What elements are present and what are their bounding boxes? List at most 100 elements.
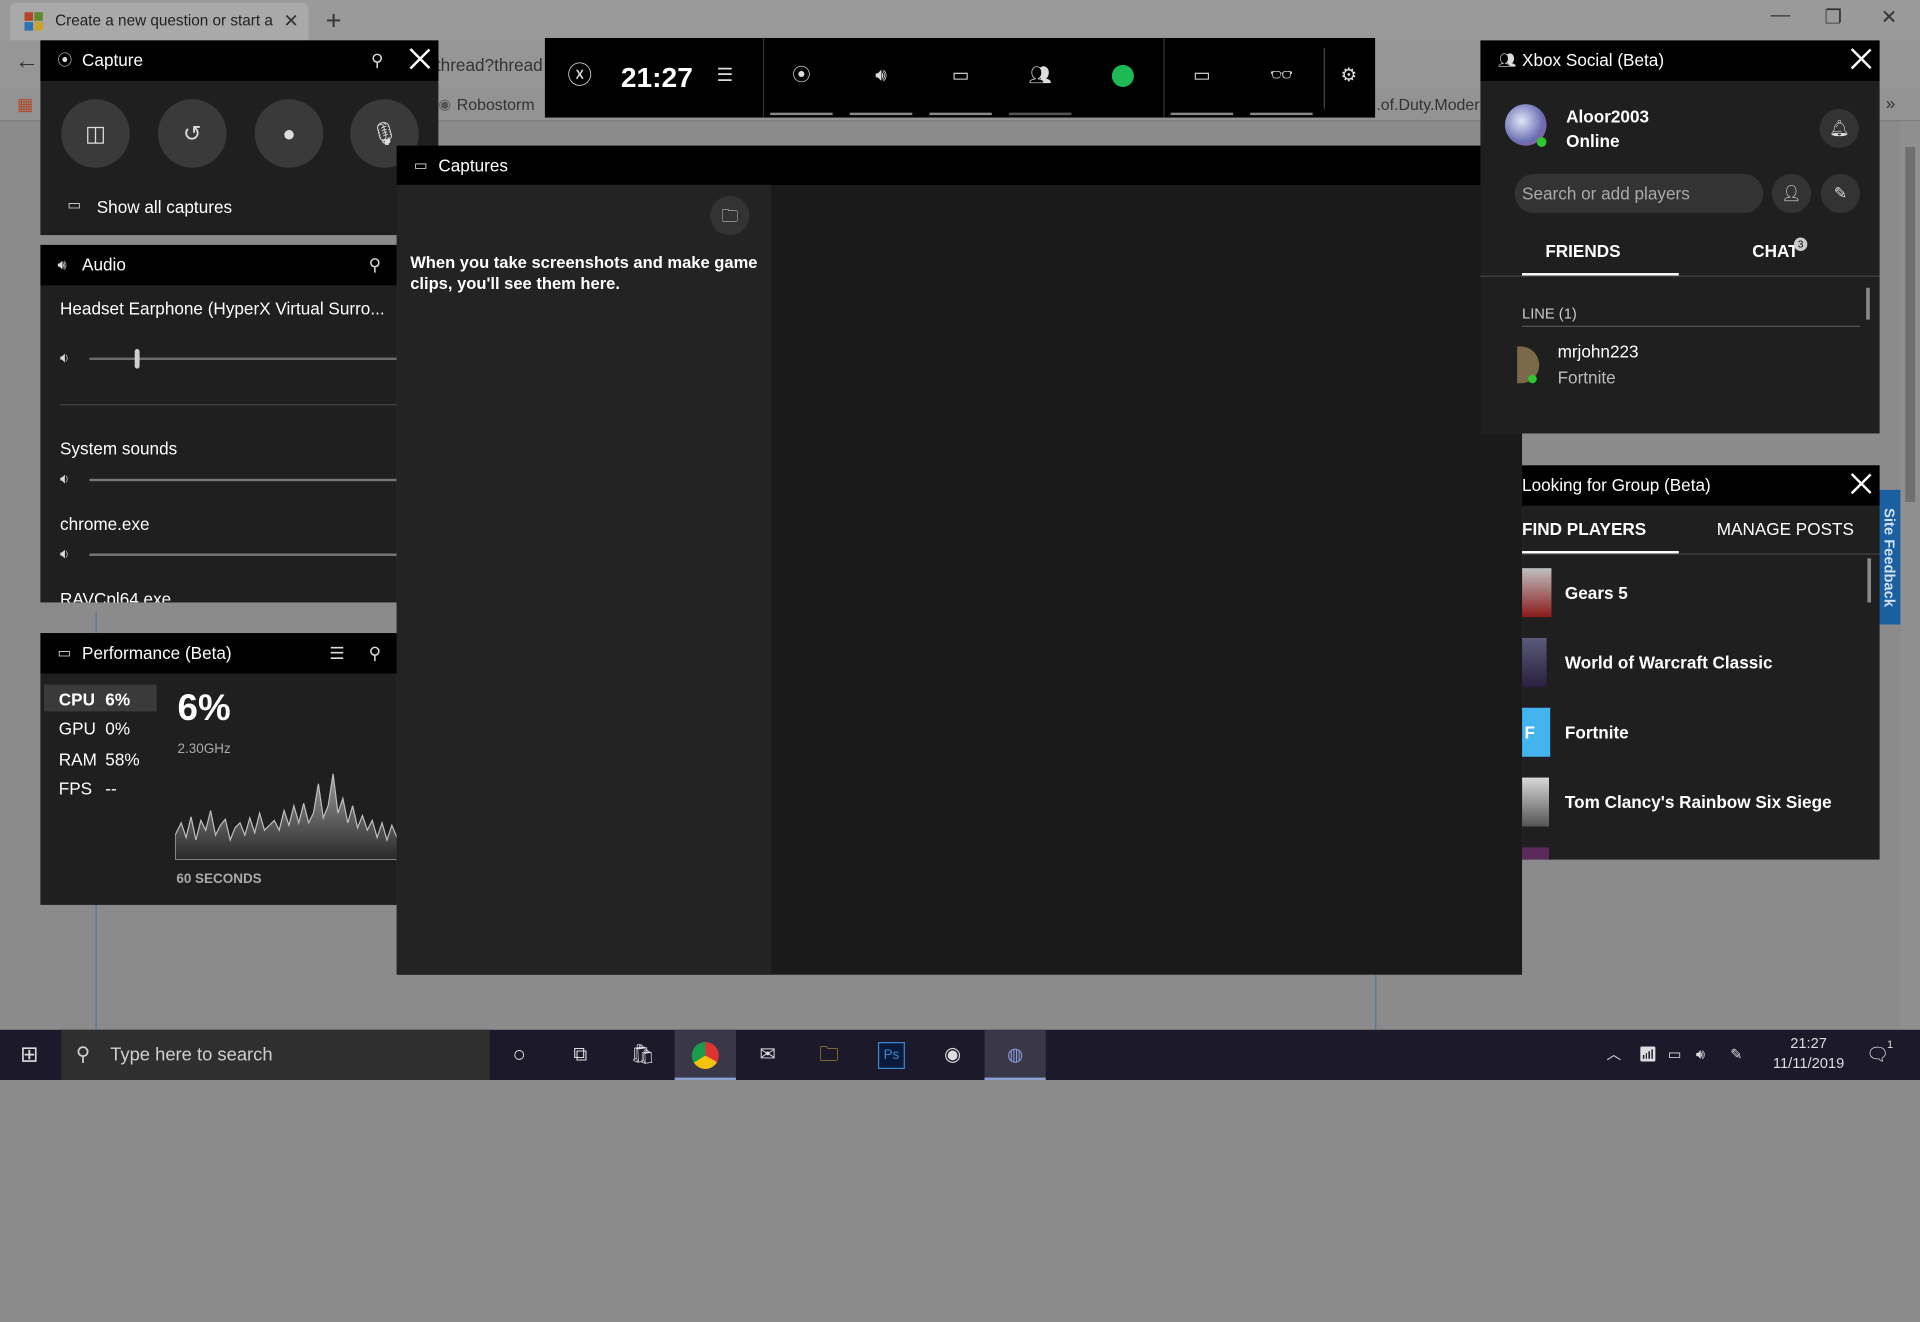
close-icon[interactable] bbox=[1850, 473, 1872, 495]
gallery-icon: ▭ bbox=[67, 195, 82, 214]
settings-gear-icon[interactable]: ⚙ bbox=[1314, 38, 1384, 118]
windows-start-icon[interactable]: ⊞ bbox=[0, 1030, 59, 1080]
tab-close-icon[interactable]: ✕ bbox=[283, 2, 298, 40]
add-friend-icon[interactable]: 👤︎ bbox=[1771, 173, 1812, 214]
tab-friends[interactable]: FRIENDS bbox=[1545, 241, 1620, 261]
game-thumbnail[interactable] bbox=[1522, 847, 1549, 860]
people-icon: 👥︎ bbox=[1497, 51, 1517, 69]
social-toggle-icon[interactable]: 👥︎ bbox=[1005, 38, 1075, 118]
gallery-toggle-icon[interactable]: ▭ bbox=[1167, 38, 1237, 118]
volume-icon[interactable]: 🔉︎ bbox=[60, 470, 69, 488]
game-bar-top: ⓧ 21:27 ☰ ⦿ 🔊︎ ▭ 👥︎ ▭ 👓︎ ⚙ bbox=[544, 37, 1376, 118]
stat-label[interactable]: GPU bbox=[59, 719, 96, 739]
game-title[interactable]: World of Warcraft Classic bbox=[1565, 653, 1773, 673]
chat-badge: 3 bbox=[1793, 237, 1808, 252]
settings-sliders-icon[interactable]: ☰ bbox=[329, 633, 344, 673]
online-indicator bbox=[1536, 137, 1547, 147]
taskbar-clock[interactable]: 21:27 11/11/2019 bbox=[1771, 1033, 1847, 1080]
cortana-icon[interactable]: ○ bbox=[490, 1030, 549, 1080]
audio-toggle-icon[interactable]: 🔊︎ bbox=[846, 38, 916, 118]
steam-icon[interactable]: ◉ bbox=[922, 1030, 983, 1080]
app-volume-slider[interactable] bbox=[89, 553, 397, 556]
chrome-icon[interactable] bbox=[674, 1029, 736, 1081]
audio-device-name[interactable]: Headset Earphone (HyperX Virtual Surro..… bbox=[60, 299, 385, 319]
game-title[interactable]: Tom Clancy's Rainbow Six Siege bbox=[1565, 792, 1832, 812]
store-icon[interactable]: 🛍︎ bbox=[612, 1030, 673, 1080]
url-text[interactable]: thread?thread bbox=[436, 55, 543, 75]
record-button[interactable]: ● bbox=[254, 99, 324, 168]
mail-icon[interactable]: ✉ bbox=[737, 1030, 798, 1080]
social-title: Xbox Social (Beta) bbox=[1522, 50, 1665, 70]
desktop: Create a new question or start a ✕ + — ❐… bbox=[0, 0, 1920, 1081]
pen-icon[interactable]: ✎ bbox=[1730, 1030, 1742, 1080]
discord-icon[interactable]: ◍ bbox=[984, 1029, 1046, 1081]
close-window-icon[interactable]: ✕ bbox=[1881, 5, 1897, 29]
partial-bookmark[interactable]: .of.Duty.Modern bbox=[1376, 96, 1488, 114]
divider bbox=[1163, 37, 1165, 118]
network-icon[interactable]: 📶︎ bbox=[1638, 1030, 1657, 1080]
lfg-scrollbar[interactable] bbox=[1867, 558, 1872, 603]
file-explorer-icon[interactable]: 🗀 bbox=[798, 1030, 859, 1080]
tab-chat[interactable]: CHAT bbox=[1752, 241, 1798, 261]
notifications-icon[interactable]: 🗨︎ bbox=[1866, 1030, 1889, 1080]
apps-grid-icon[interactable]: ▦ bbox=[17, 94, 33, 115]
stat-label[interactable]: CPU bbox=[59, 689, 95, 709]
close-icon[interactable] bbox=[409, 48, 431, 70]
battery-icon[interactable]: ▭ bbox=[1668, 1030, 1682, 1080]
volume-icon[interactable]: 🔉︎ bbox=[60, 545, 69, 563]
record-last-button[interactable]: ↺ bbox=[157, 99, 227, 168]
page-scrollbar-thumb[interactable] bbox=[1905, 146, 1916, 503]
stat-label[interactable]: FPS bbox=[59, 779, 92, 799]
compose-icon[interactable]: ✎ bbox=[1820, 173, 1861, 214]
audio-title: Audio bbox=[82, 254, 126, 275]
game-thumbnail[interactable] bbox=[1522, 777, 1549, 827]
back-arrow-icon[interactable]: ← bbox=[15, 48, 39, 76]
volume-icon[interactable]: 🔊︎ bbox=[1696, 1030, 1705, 1080]
taskbar-search[interactable]: ⚲ Type here to search bbox=[61, 1029, 490, 1081]
tray-overflow-icon[interactable]: ︿ bbox=[1607, 1030, 1622, 1080]
lfg-toggle-icon[interactable]: 👓︎ bbox=[1247, 38, 1317, 118]
tab-find-players[interactable]: FIND PLAYERS bbox=[1522, 519, 1646, 539]
capture-header: ⦿ Capture ⚲ bbox=[40, 40, 439, 81]
bookmark-robostorm[interactable]: Robostorm bbox=[457, 96, 535, 114]
photoshop-icon[interactable]: Ps bbox=[861, 1030, 922, 1080]
show-all-captures-link[interactable]: Show all captures bbox=[97, 197, 232, 217]
new-tab-button[interactable]: + bbox=[326, 5, 342, 37]
widget-menu-icon[interactable]: ☰ bbox=[691, 38, 760, 118]
minimize-icon[interactable]: — bbox=[1771, 5, 1791, 27]
volume-icon[interactable]: 🔉︎ bbox=[60, 349, 69, 367]
audio-widget: 🔊︎ Audio ⚲ Headset Earphone (HyperX Virt… bbox=[40, 244, 397, 603]
social-scrollbar[interactable] bbox=[1866, 287, 1870, 320]
performance-toggle-icon[interactable]: ▭ bbox=[926, 38, 996, 118]
bell-icon[interactable]: 🔔︎ bbox=[1819, 108, 1859, 149]
task-view-icon[interactable]: ⧉ bbox=[551, 1030, 610, 1080]
friend-name[interactable]: mrjohn223 bbox=[1558, 342, 1639, 362]
stat-label[interactable]: RAM bbox=[59, 749, 97, 769]
user-status[interactable]: Online bbox=[1566, 131, 1619, 151]
browser-tab[interactable]: Create a new question or start a ✕ bbox=[9, 2, 309, 41]
captures-header: ▭ Captures bbox=[396, 145, 1523, 185]
spotify-icon[interactable] bbox=[1087, 38, 1157, 118]
app-volume-slider[interactable] bbox=[89, 478, 397, 482]
game-thumbnail[interactable] bbox=[1522, 568, 1552, 618]
pin-icon[interactable]: ⚲ bbox=[371, 40, 384, 80]
pin-icon[interactable]: ⚲ bbox=[369, 633, 382, 673]
pin-icon[interactable]: ⚲ bbox=[369, 245, 382, 285]
capture-toggle-icon[interactable]: ⦿ bbox=[767, 38, 837, 118]
tab-manage-posts[interactable]: MANAGE POSTS bbox=[1717, 519, 1854, 539]
game-title[interactable]: Gears 5 bbox=[1565, 583, 1628, 603]
divider bbox=[1480, 275, 1880, 277]
player-search-input[interactable]: Search or add players bbox=[1514, 173, 1764, 214]
bookmarks-overflow-icon[interactable]: » bbox=[1886, 93, 1896, 113]
game-thumbnail[interactable]: F bbox=[1522, 707, 1551, 757]
game-title[interactable]: Fortnite bbox=[1565, 722, 1629, 742]
close-icon[interactable] bbox=[1850, 48, 1872, 70]
xbox-logo-icon[interactable]: ⓧ bbox=[545, 38, 615, 118]
site-feedback-tab[interactable]: Site Feedback bbox=[1878, 489, 1901, 625]
device-volume-thumb[interactable] bbox=[134, 348, 140, 369]
screenshot-button[interactable]: ◫ bbox=[61, 99, 130, 168]
game-thumbnail[interactable] bbox=[1522, 637, 1547, 687]
divider bbox=[1522, 325, 1861, 327]
restore-icon[interactable]: ❐ bbox=[1825, 5, 1843, 29]
open-folder-icon[interactable]: 🗀 bbox=[710, 195, 750, 236]
